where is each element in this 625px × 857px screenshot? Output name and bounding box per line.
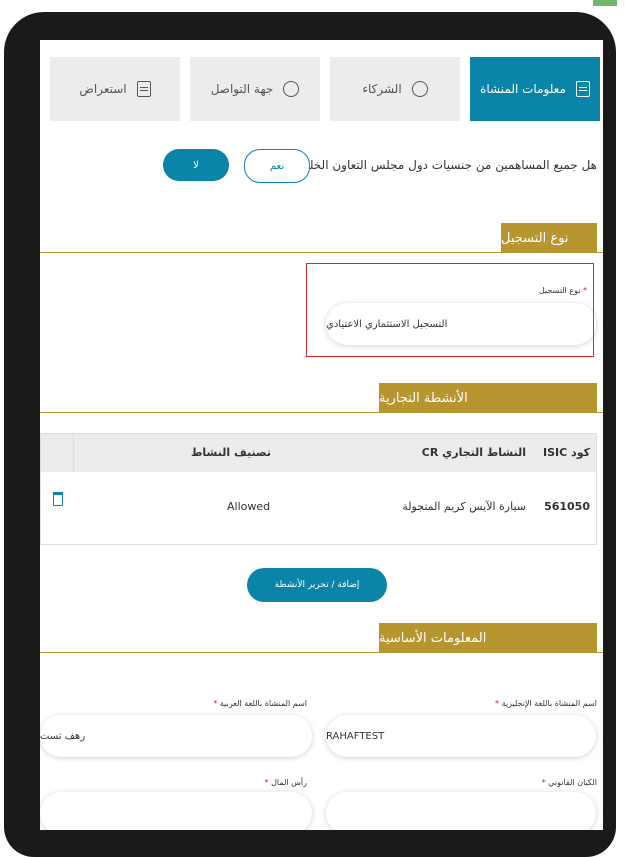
name-ar-label: اسم المنشاة باللغة العربية *: [213, 699, 307, 708]
legal-entity-label-text: الكيان القانوني: [548, 778, 597, 787]
name-en-label-text: اسم المنشاة باللغة الإنجليزية: [501, 699, 597, 708]
tab-label: استعراض: [79, 82, 127, 96]
registration-section-header: نوع التسجيل: [501, 223, 597, 253]
section-divider: [40, 412, 603, 413]
required-mark: *: [495, 699, 500, 708]
cell-activity: سيارة الآيس كريم المتجولة: [402, 500, 526, 513]
highlight-box: [306, 263, 594, 357]
column-divider: [73, 434, 74, 472]
tab-label: معلومات المنشاة: [480, 82, 566, 96]
tab-review[interactable]: استعراض: [50, 57, 180, 121]
device-frame: معلومات المنشاة الشركاء جهة التواصل استع…: [0, 0, 625, 857]
tab-label: جهة التواصل: [210, 82, 274, 96]
tab-contact[interactable]: جهة التواصل: [190, 57, 320, 121]
activities-section-header: الأنشطة التجارية: [379, 383, 597, 413]
required-mark: *: [541, 778, 546, 787]
required-mark: *: [264, 778, 269, 787]
capital-label: رأس المال *: [265, 778, 307, 787]
tab-bar: معلومات المنشاة الشركاء جهة التواصل استع…: [40, 57, 600, 121]
required-mark: *: [213, 699, 218, 708]
basic-info-section-header: المعلومات الأساسية: [379, 623, 597, 653]
name-ar-label-text: اسم المنشاة باللغة العربية: [219, 699, 307, 708]
name-en-input[interactable]: RAHAFTEST: [326, 715, 596, 757]
legal-entity-label: الكيان القانوني *: [542, 778, 597, 787]
trash-icon[interactable]: [53, 492, 63, 506]
app-screen: معلومات المنشاة الشركاء جهة التواصل استع…: [40, 40, 603, 830]
add-edit-activities-button[interactable]: إضافة / تحرير الأنشطة: [247, 568, 387, 602]
tab-partners[interactable]: الشركاء: [330, 57, 460, 121]
tab-establishment-info[interactable]: معلومات المنشاة: [470, 57, 600, 121]
cell-isic: 561050: [544, 500, 590, 513]
table-header: كود ISIC النشاط التجاري CR تصنيف النشاط: [41, 434, 596, 472]
contact-icon: [283, 81, 300, 97]
no-button[interactable]: لا: [163, 149, 229, 181]
activities-table: كود ISIC النشاط التجاري CR تصنيف النشاط …: [40, 433, 597, 545]
capital-label-text: رأس المال: [271, 778, 307, 787]
capital-input[interactable]: [40, 792, 312, 830]
header-activity: النشاط التجاري CR: [421, 446, 526, 459]
gcc-question: هل جميع المساهمين من جنسيات دول مجلس الت…: [282, 158, 597, 172]
corner-accent: [593, 0, 617, 6]
cell-classification: Allowed: [227, 500, 271, 513]
header-classification: تصنيف النشاط: [191, 446, 272, 459]
section-divider: [40, 652, 603, 653]
document-icon: [575, 81, 590, 97]
section-divider: [40, 252, 603, 253]
header-isic: كود ISIC: [543, 446, 590, 459]
yes-button[interactable]: نعم: [244, 149, 310, 183]
tab-label: الشركاء: [362, 82, 402, 96]
legal-entity-select[interactable]: [326, 792, 596, 830]
name-en-label: اسم المنشاة باللغة الإنجليزية *: [495, 699, 597, 708]
name-ar-input[interactable]: رهف تست: [40, 715, 312, 757]
partners-icon: [411, 81, 428, 97]
review-icon: [136, 81, 151, 97]
